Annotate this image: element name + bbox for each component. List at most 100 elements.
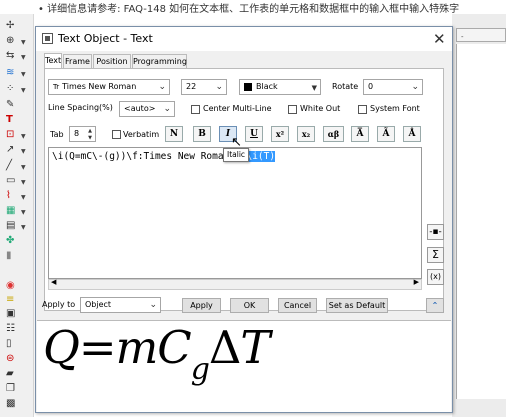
superscript-button[interactable]: x² — [271, 126, 289, 142]
caret-down-icon: ▼ — [311, 84, 317, 92]
eraser-tool-icon[interactable]: ▮ — [6, 249, 28, 262]
close-icon[interactable]: ✕ — [433, 30, 446, 48]
insert-symbol-button[interactable]: -▪- — [427, 224, 444, 240]
arrow-tool-icon[interactable]: ↗ ▼ — [6, 143, 28, 156]
text-content: \i(Q=mC\-(g))\f:Times New Roman(Δ) — [52, 151, 247, 162]
copy-tool-icon[interactable]: ❐ — [6, 382, 28, 395]
chevron-down-icon: ⌄ — [215, 82, 223, 92]
preview-equation: Q=mCgΔT — [43, 321, 270, 387]
tab-size-value: 8 — [74, 129, 80, 138]
set-as-default-button[interactable]: Set as Default — [326, 298, 388, 313]
size-select[interactable]: 22 ⌄ — [181, 79, 227, 95]
minimize-icon: - — [461, 33, 464, 41]
chevron-down-icon: ⌄ — [163, 104, 171, 114]
tab-text[interactable]: Text — [44, 53, 62, 68]
scroll-left-icon[interactable]: ◀ — [51, 278, 56, 286]
center-multiline-label: Center Multi-Line — [203, 104, 272, 113]
legend-tool-icon[interactable]: ▯ — [6, 337, 28, 350]
annotation-tool-icon[interactable]: ⊡ ▼ — [6, 128, 28, 141]
text-editor[interactable]: \i(Q=mC\-(g))\f:Times New Roman(Δ)\i(T) — [48, 147, 422, 279]
polyline-tool-icon[interactable]: ⌇ ▼ — [6, 189, 28, 202]
region-select-icon[interactable]: ⁘ ▼ — [6, 82, 28, 95]
text-preview: Q=mCgΔT — [37, 320, 451, 412]
underline-button[interactable]: U — [245, 126, 263, 142]
tab-position[interactable]: Position — [93, 54, 131, 68]
color-select[interactable]: Black ▼ — [239, 79, 321, 95]
rectangle-tool-icon[interactable]: ▭ ▼ — [6, 174, 28, 187]
preview-main: Q=mC — [43, 321, 192, 374]
bold-button[interactable]: B — [193, 126, 211, 142]
preview-subscript: g — [190, 352, 210, 387]
ok-button[interactable]: OK — [230, 298, 269, 313]
data-reader-icon[interactable]: ≋ ▼ — [6, 66, 28, 79]
background-workspace — [456, 44, 506, 399]
tab-size-spinner[interactable]: 8 ▲ ▼ — [69, 126, 96, 142]
verbatim-label: Verbatim — [123, 130, 160, 139]
preview-tail: T — [240, 321, 270, 374]
background-minimized-window[interactable]: - — [456, 28, 506, 42]
white-out-checkbox[interactable] — [288, 105, 297, 114]
color-swatch — [244, 82, 252, 91]
mask-tool-icon[interactable]: ✤ — [6, 234, 28, 247]
rotate-value: 0 — [368, 82, 374, 91]
subscript-button[interactable]: x₂ — [297, 126, 315, 142]
sum-button[interactable]: Σ — [427, 247, 444, 263]
pointer-tool-icon[interactable]: ✢ — [6, 19, 28, 32]
background-top-text: • 详细信息请参考: FAQ-148 如何在文本框、工作表的单元格和数据框中的输… — [38, 4, 460, 14]
draw-data-icon[interactable]: ✎ — [6, 98, 28, 111]
font-select[interactable]: Tr Times New Roman ⌄ — [48, 79, 170, 95]
dialog-title: Text Object - Text — [58, 32, 153, 45]
verbatim-checkbox[interactable] — [112, 130, 121, 139]
layer-tool-icon[interactable]: ▤ ▼ — [6, 219, 28, 232]
apply-button[interactable]: Apply — [182, 298, 221, 313]
tab-size-label: Tab — [50, 130, 64, 139]
cancel-button[interactable]: Cancel — [278, 298, 317, 313]
background-top-text-bar: • 详细信息请参考: FAQ-148 如何在文本框、工作表的单元格和数据框中的输… — [0, 0, 506, 14]
text-block-icon[interactable]: ▣ — [6, 307, 28, 320]
line-tool-icon[interactable]: ╱ ▼ — [6, 159, 28, 172]
tab-programming[interactable]: Programming — [132, 54, 187, 68]
graph-tool-icon[interactable]: ▦ ▼ — [6, 204, 28, 217]
greek-button[interactable]: αβ — [323, 126, 344, 142]
line-spacing-label: Line Spacing(%) — [48, 103, 113, 112]
camera-tool-icon[interactable]: ▰ — [6, 367, 28, 380]
angstrom-button[interactable]: Å — [403, 126, 421, 142]
chevron-down-icon[interactable]: ⌄ — [149, 298, 157, 312]
scale-tool-icon[interactable]: ⇆ ▼ — [6, 49, 28, 62]
apply-to-select[interactable]: Object ⌄ — [80, 297, 161, 313]
apply-to-value: Object — [85, 300, 112, 309]
font-type-icon: Tr — [53, 83, 60, 91]
record-tool-icon[interactable]: ⊜ — [6, 352, 28, 365]
overline-button[interactable]: A̅ — [351, 126, 369, 142]
apply-to-label: Apply to — [42, 300, 76, 309]
rotate-label: Rotate — [332, 82, 359, 91]
tilde-button[interactable]: Ã — [377, 126, 395, 142]
variable-button[interactable]: (x) — [427, 269, 444, 285]
dialog-titlebar[interactable]: Text Object - Text ✕ — [36, 27, 452, 51]
tab-frame[interactable]: Frame — [63, 54, 92, 68]
left-toolbar: ✢ ⊕ ▼ ⇆ ▼ ≋ ▼ ⁘ ▼ ✎ T ⊡ ▼ ↗ ▼ ╱ ▼ ▭ ▼ ⌇ ▼ ▦ ▼ ▤ ▼ ✤… — [0, 14, 34, 417]
chevron-down-icon: ⌄ — [411, 82, 419, 92]
color-value: Black — [256, 82, 278, 91]
normal-button[interactable]: N — [165, 126, 183, 142]
color-scale-icon[interactable]: ≡ — [6, 293, 28, 306]
system-font-checkbox[interactable] — [358, 105, 367, 114]
palette-tool-icon[interactable]: ◉ — [6, 279, 28, 292]
line-spacing-select[interactable]: <auto> ⌄ — [119, 101, 175, 117]
text-object-dialog: Text Object - Text ✕ Text Frame Position… — [35, 26, 453, 413]
collapse-preview-button[interactable]: ⌃ — [426, 298, 444, 313]
grid-tool-icon[interactable]: ▩ — [6, 397, 28, 410]
rotate-select[interactable]: 0 ⌄ — [363, 79, 423, 95]
horizontal-scrollbar[interactable]: ◀ ▶ — [48, 278, 422, 290]
spinner-arrows-icon[interactable]: ▲ ▼ — [88, 128, 92, 141]
text-tool-icon[interactable]: T — [6, 113, 28, 126]
zoom-tool-icon[interactable]: ⊕ ▼ — [6, 34, 28, 47]
center-multiline-checkbox[interactable] — [191, 105, 200, 114]
table-tool-icon[interactable]: ☷ — [6, 322, 28, 335]
preview-delta: Δ — [208, 321, 241, 374]
scroll-right-icon[interactable]: ▶ — [414, 278, 419, 286]
size-value: 22 — [186, 82, 197, 91]
dialog-app-icon — [42, 33, 53, 44]
chevron-down-icon: ⌄ — [158, 82, 166, 92]
system-font-label: System Font — [370, 104, 420, 113]
